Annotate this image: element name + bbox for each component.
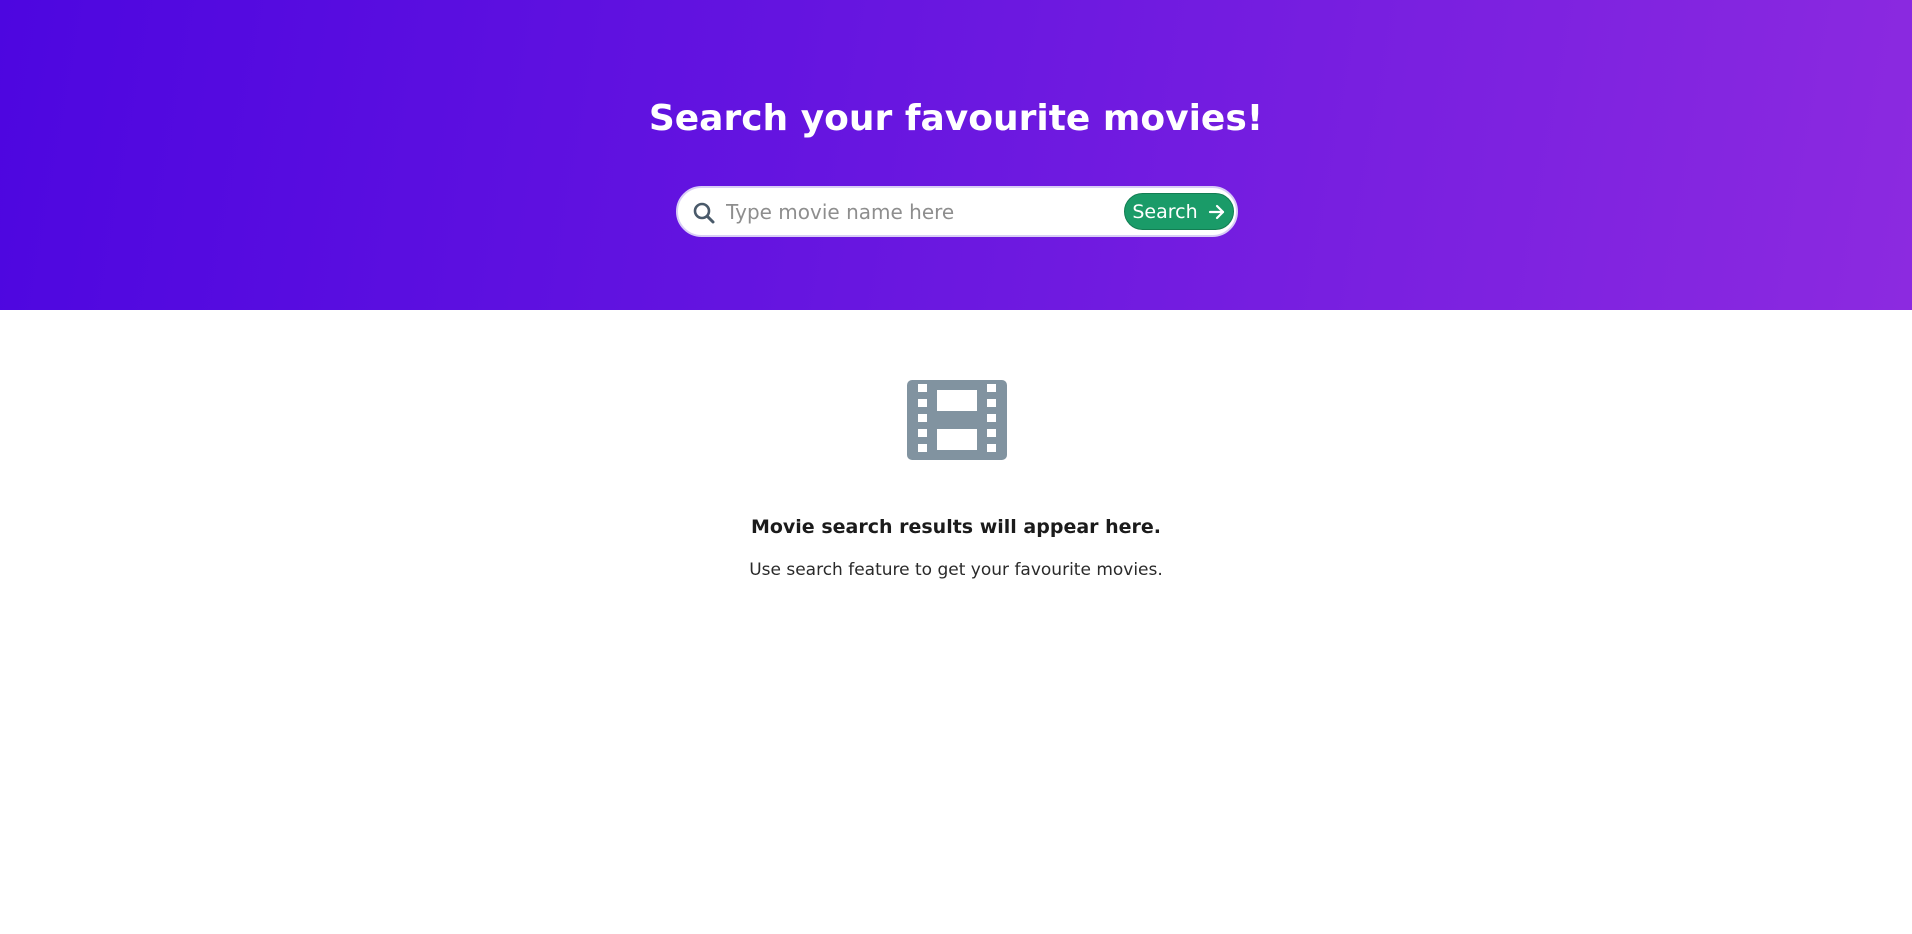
page-title: Search your favourite movies!: [648, 98, 1264, 139]
search-button[interactable]: Search: [1124, 193, 1234, 230]
hero-banner: Search your favourite movies! Search: [0, 0, 1912, 310]
search-input[interactable]: [726, 194, 1126, 230]
empty-state-title: Movie search results will appear here.: [750, 516, 1162, 538]
search-button-label: Search: [1132, 200, 1198, 223]
arrow-right-icon: [1208, 203, 1226, 221]
search-icon: [692, 201, 716, 225]
search-bar: Search: [676, 186, 1238, 237]
empty-state-subtitle: Use search feature to get your favourite…: [749, 560, 1163, 580]
film-icon: [907, 380, 1007, 460]
